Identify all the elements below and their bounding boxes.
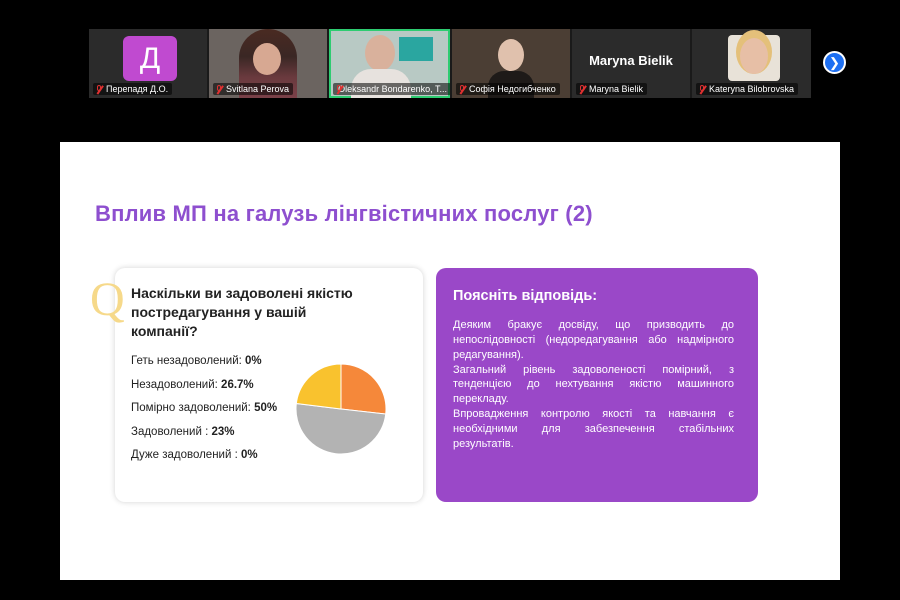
participant-video xyxy=(399,37,433,61)
mic-muted-icon xyxy=(215,84,223,94)
participant-face xyxy=(498,39,524,71)
option-item: Задоволений : 23% xyxy=(131,421,277,445)
participant-name: Софія Недогибченко xyxy=(469,84,556,94)
answer-text: Деяким бракує досвіду, що призводить до … xyxy=(453,318,734,452)
option-value: 0% xyxy=(245,355,262,367)
pie-slice-1 xyxy=(340,363,387,415)
question-mark-icon: Q xyxy=(90,273,125,326)
participant-name: Kateryna Bilobrovska xyxy=(709,84,795,94)
participant-tile-perova[interactable]: Svitlana Perova xyxy=(209,29,327,98)
options-list: Геть незадоволений: 0% Незадоволений: 26… xyxy=(131,350,277,468)
option-value: 26.7% xyxy=(221,378,254,391)
mic-muted-icon xyxy=(95,84,103,94)
option-item: Помірно задоволений: 50% xyxy=(131,397,277,421)
participant-face xyxy=(365,35,395,71)
option-item: Незадоволений: 26.7% xyxy=(131,374,277,398)
option-label: Дуже задоволений : xyxy=(131,449,241,461)
participant-tile-bondarenko[interactable]: Oleksandr Bondarenko, T... xyxy=(329,29,450,98)
participant-strip: Д Перепадя Д.О. Svitlana Perova Oleksand… xyxy=(89,29,811,98)
answer-paragraph: Деяким бракує досвіду, що призводить до … xyxy=(453,319,734,361)
option-value: 23% xyxy=(211,425,235,438)
participant-name: Oleksandr Bondarenko, T... xyxy=(338,84,447,94)
option-label: Задоволений : xyxy=(131,425,212,438)
option-value: 50% xyxy=(254,402,278,414)
mic-muted-icon xyxy=(458,84,466,94)
option-label: Помірно задоволений: xyxy=(131,402,255,414)
answer-card: Поясніть відповідь: Деяким бракує досвід… xyxy=(436,268,758,502)
shared-slide: Вплив МП на галузь лінгвістичних послуг … xyxy=(60,142,840,580)
slide-title: Вплив МП на галузь лінгвістичних послуг … xyxy=(95,201,593,226)
mic-muted-icon xyxy=(578,84,586,94)
participant-tile-nedohybchenko[interactable]: Софія Недогибченко xyxy=(452,29,570,98)
question-text: Наскільки ви задоволені якістю постредаг… xyxy=(131,285,353,339)
chevron-right-icon[interactable]: ❯ xyxy=(823,51,846,74)
participant-tile-perepadia[interactable]: Д Перепадя Д.О. xyxy=(89,29,207,98)
participant-face xyxy=(740,38,768,74)
participant-name: Svitlana Perova xyxy=(226,84,290,94)
question-card: Q Наскільки ви задоволені якістю постред… xyxy=(90,268,423,502)
answer-paragraph: Впровадження контролю якості та навчання… xyxy=(453,408,734,450)
answer-paragraph: Загальний рівень задоволеності помірний,… xyxy=(453,363,734,406)
participant-name: Maryna Bielik xyxy=(589,84,644,94)
participant-tile-bilobrovska[interactable]: Kateryna Bilobrovska xyxy=(692,29,811,98)
mic-muted-icon xyxy=(698,84,706,94)
pie-slice-3 xyxy=(295,363,342,410)
participant-name: Перепадя Д.О. xyxy=(106,84,169,94)
participant-display-name: Maryna Bielik xyxy=(589,53,673,68)
participant-tile-bielik[interactable]: Maryna Bielik Maryna Bielik xyxy=(572,29,690,98)
pie-chart xyxy=(295,363,387,455)
participant-face xyxy=(253,43,281,75)
option-label: Геть незадоволений: xyxy=(131,355,246,367)
option-value: 0% xyxy=(241,449,258,461)
option-item: Дуже задоволений : 0% xyxy=(131,444,277,468)
option-item: Геть незадоволений: 0% xyxy=(131,350,277,374)
avatar: Д xyxy=(123,36,177,81)
answer-title: Поясніть відповідь: xyxy=(453,288,598,304)
option-label: Незадоволений: xyxy=(131,378,222,391)
